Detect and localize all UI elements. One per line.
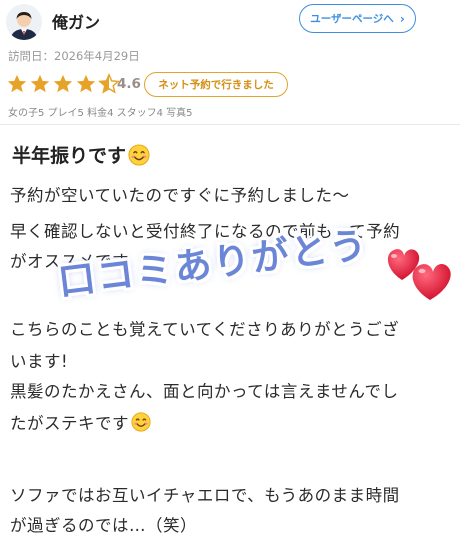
- smile-emoji-icon: [128, 143, 150, 166]
- avatar-icon: [6, 4, 42, 40]
- net-reservation-badge: ネット予約で行きました: [144, 72, 288, 97]
- review-title: 半年振りです: [12, 141, 150, 168]
- user-page-button[interactable]: ユーザーページへ ›: [299, 4, 416, 33]
- review-line-with-emoji: たがステキです: [10, 410, 151, 434]
- star-icon: [30, 74, 50, 93]
- review-line: 黒髪のたかえさん、面と向かっては言えませんでし: [10, 382, 399, 401]
- review-line: が過ぎるのでは…（笑）: [10, 516, 197, 535]
- smile-emoji-icon: [131, 412, 151, 432]
- rating-value: 4.6: [117, 76, 141, 92]
- star-icon: [76, 74, 96, 93]
- review-line: います!: [10, 352, 69, 371]
- heart-icon: [387, 249, 451, 300]
- star-icon: [7, 74, 27, 93]
- review-line: たがステキです: [10, 414, 129, 433]
- avatar[interactable]: [6, 4, 42, 40]
- chevron-right-icon: ›: [399, 11, 405, 26]
- divider: [0, 124, 460, 125]
- category-scores: 女の子5 プレイ5 料金4 スタッフ4 写真5: [8, 108, 193, 119]
- hearts-sticker: [382, 240, 456, 308]
- star-rating: [6, 73, 120, 95]
- review-line: ソファではお互いイチャエロで、もうあのまま時間: [10, 486, 400, 505]
- visit-date: 訪問日：2026年4月29日: [8, 49, 140, 63]
- username[interactable]: 俺ガン: [52, 9, 100, 33]
- review-line: 予約が空いていたのですぐに予約しました〜: [10, 186, 350, 205]
- review-title-text: 半年振りです: [12, 145, 127, 167]
- user-page-button-label: ユーザーページへ: [310, 13, 394, 25]
- review-line: こちらのことも覚えていてくださりありがとうござ: [10, 320, 400, 339]
- star-icon: [53, 74, 73, 93]
